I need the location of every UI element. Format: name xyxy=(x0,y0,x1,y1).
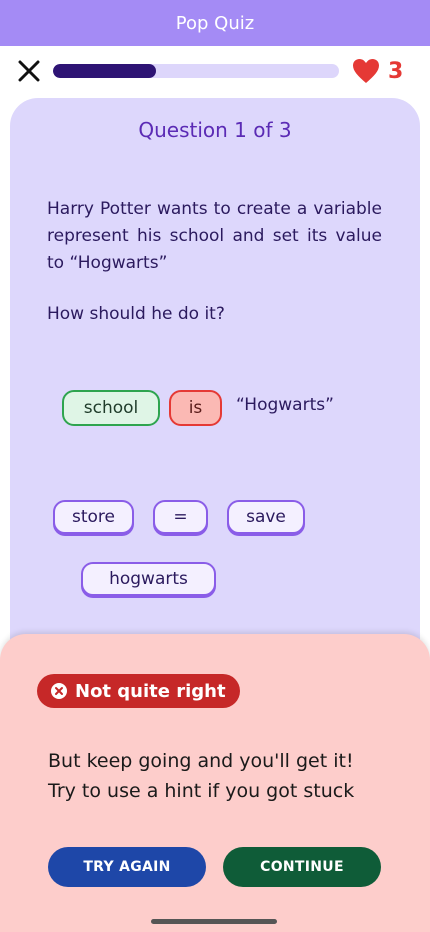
close-icon xyxy=(18,60,40,82)
try-again-label: TRY AGAIN xyxy=(83,859,171,875)
option-chip-label: hogwarts xyxy=(109,569,188,589)
feedback-sheet: Not quite right But keep going and you'l… xyxy=(0,634,430,932)
status-badge: Not quite right xyxy=(37,674,240,708)
quiz-topbar: 3 xyxy=(0,46,430,98)
option-chip-label: save xyxy=(246,507,286,527)
app-title: Pop Quiz xyxy=(175,12,255,34)
close-button[interactable] xyxy=(14,58,44,84)
option-chip-label: = xyxy=(173,507,188,527)
question-card: Question 1 of 3 Harry Potter wants to cr… xyxy=(10,98,420,718)
answer-chip-label: is xyxy=(188,398,203,418)
app-bar: Pop Quiz xyxy=(0,0,430,46)
option-chip-store[interactable]: store xyxy=(53,500,134,534)
option-chip-equals[interactable]: = xyxy=(153,500,208,534)
answer-literal: “Hogwarts” xyxy=(236,395,334,415)
progress-bar xyxy=(53,64,339,78)
try-again-button[interactable]: TRY AGAIN xyxy=(48,847,206,887)
continue-label: CONTINUE xyxy=(260,859,344,875)
status-text: Not quite right xyxy=(75,680,226,702)
option-chip-save[interactable]: save xyxy=(227,500,305,534)
feedback-line: Try to use a hint if you got stuck xyxy=(48,780,355,802)
feedback-line: But keep going and you'll get it! xyxy=(48,750,354,772)
answer-chip-school[interactable]: school xyxy=(62,390,160,426)
question-prompt: How should he do it? xyxy=(47,304,225,324)
continue-button[interactable]: CONTINUE xyxy=(223,847,381,887)
option-chip-hogwarts[interactable]: hogwarts xyxy=(81,562,216,596)
answer-chip-is[interactable]: is xyxy=(169,390,222,426)
error-icon xyxy=(51,683,67,699)
heart-icon xyxy=(353,59,379,83)
option-chip-label: store xyxy=(72,507,115,527)
question-title: Question 1 of 3 xyxy=(138,118,292,142)
answer-chip-label: school xyxy=(83,398,139,418)
feedback-message: But keep going and you'll get it! Try to… xyxy=(48,746,354,806)
question-text: Harry Potter wants to create a variable … xyxy=(47,199,382,273)
home-indicator xyxy=(151,919,277,924)
progress-fill xyxy=(53,64,156,78)
lives-count: 3 xyxy=(388,58,404,84)
lives-indicator: 3 xyxy=(352,56,403,86)
